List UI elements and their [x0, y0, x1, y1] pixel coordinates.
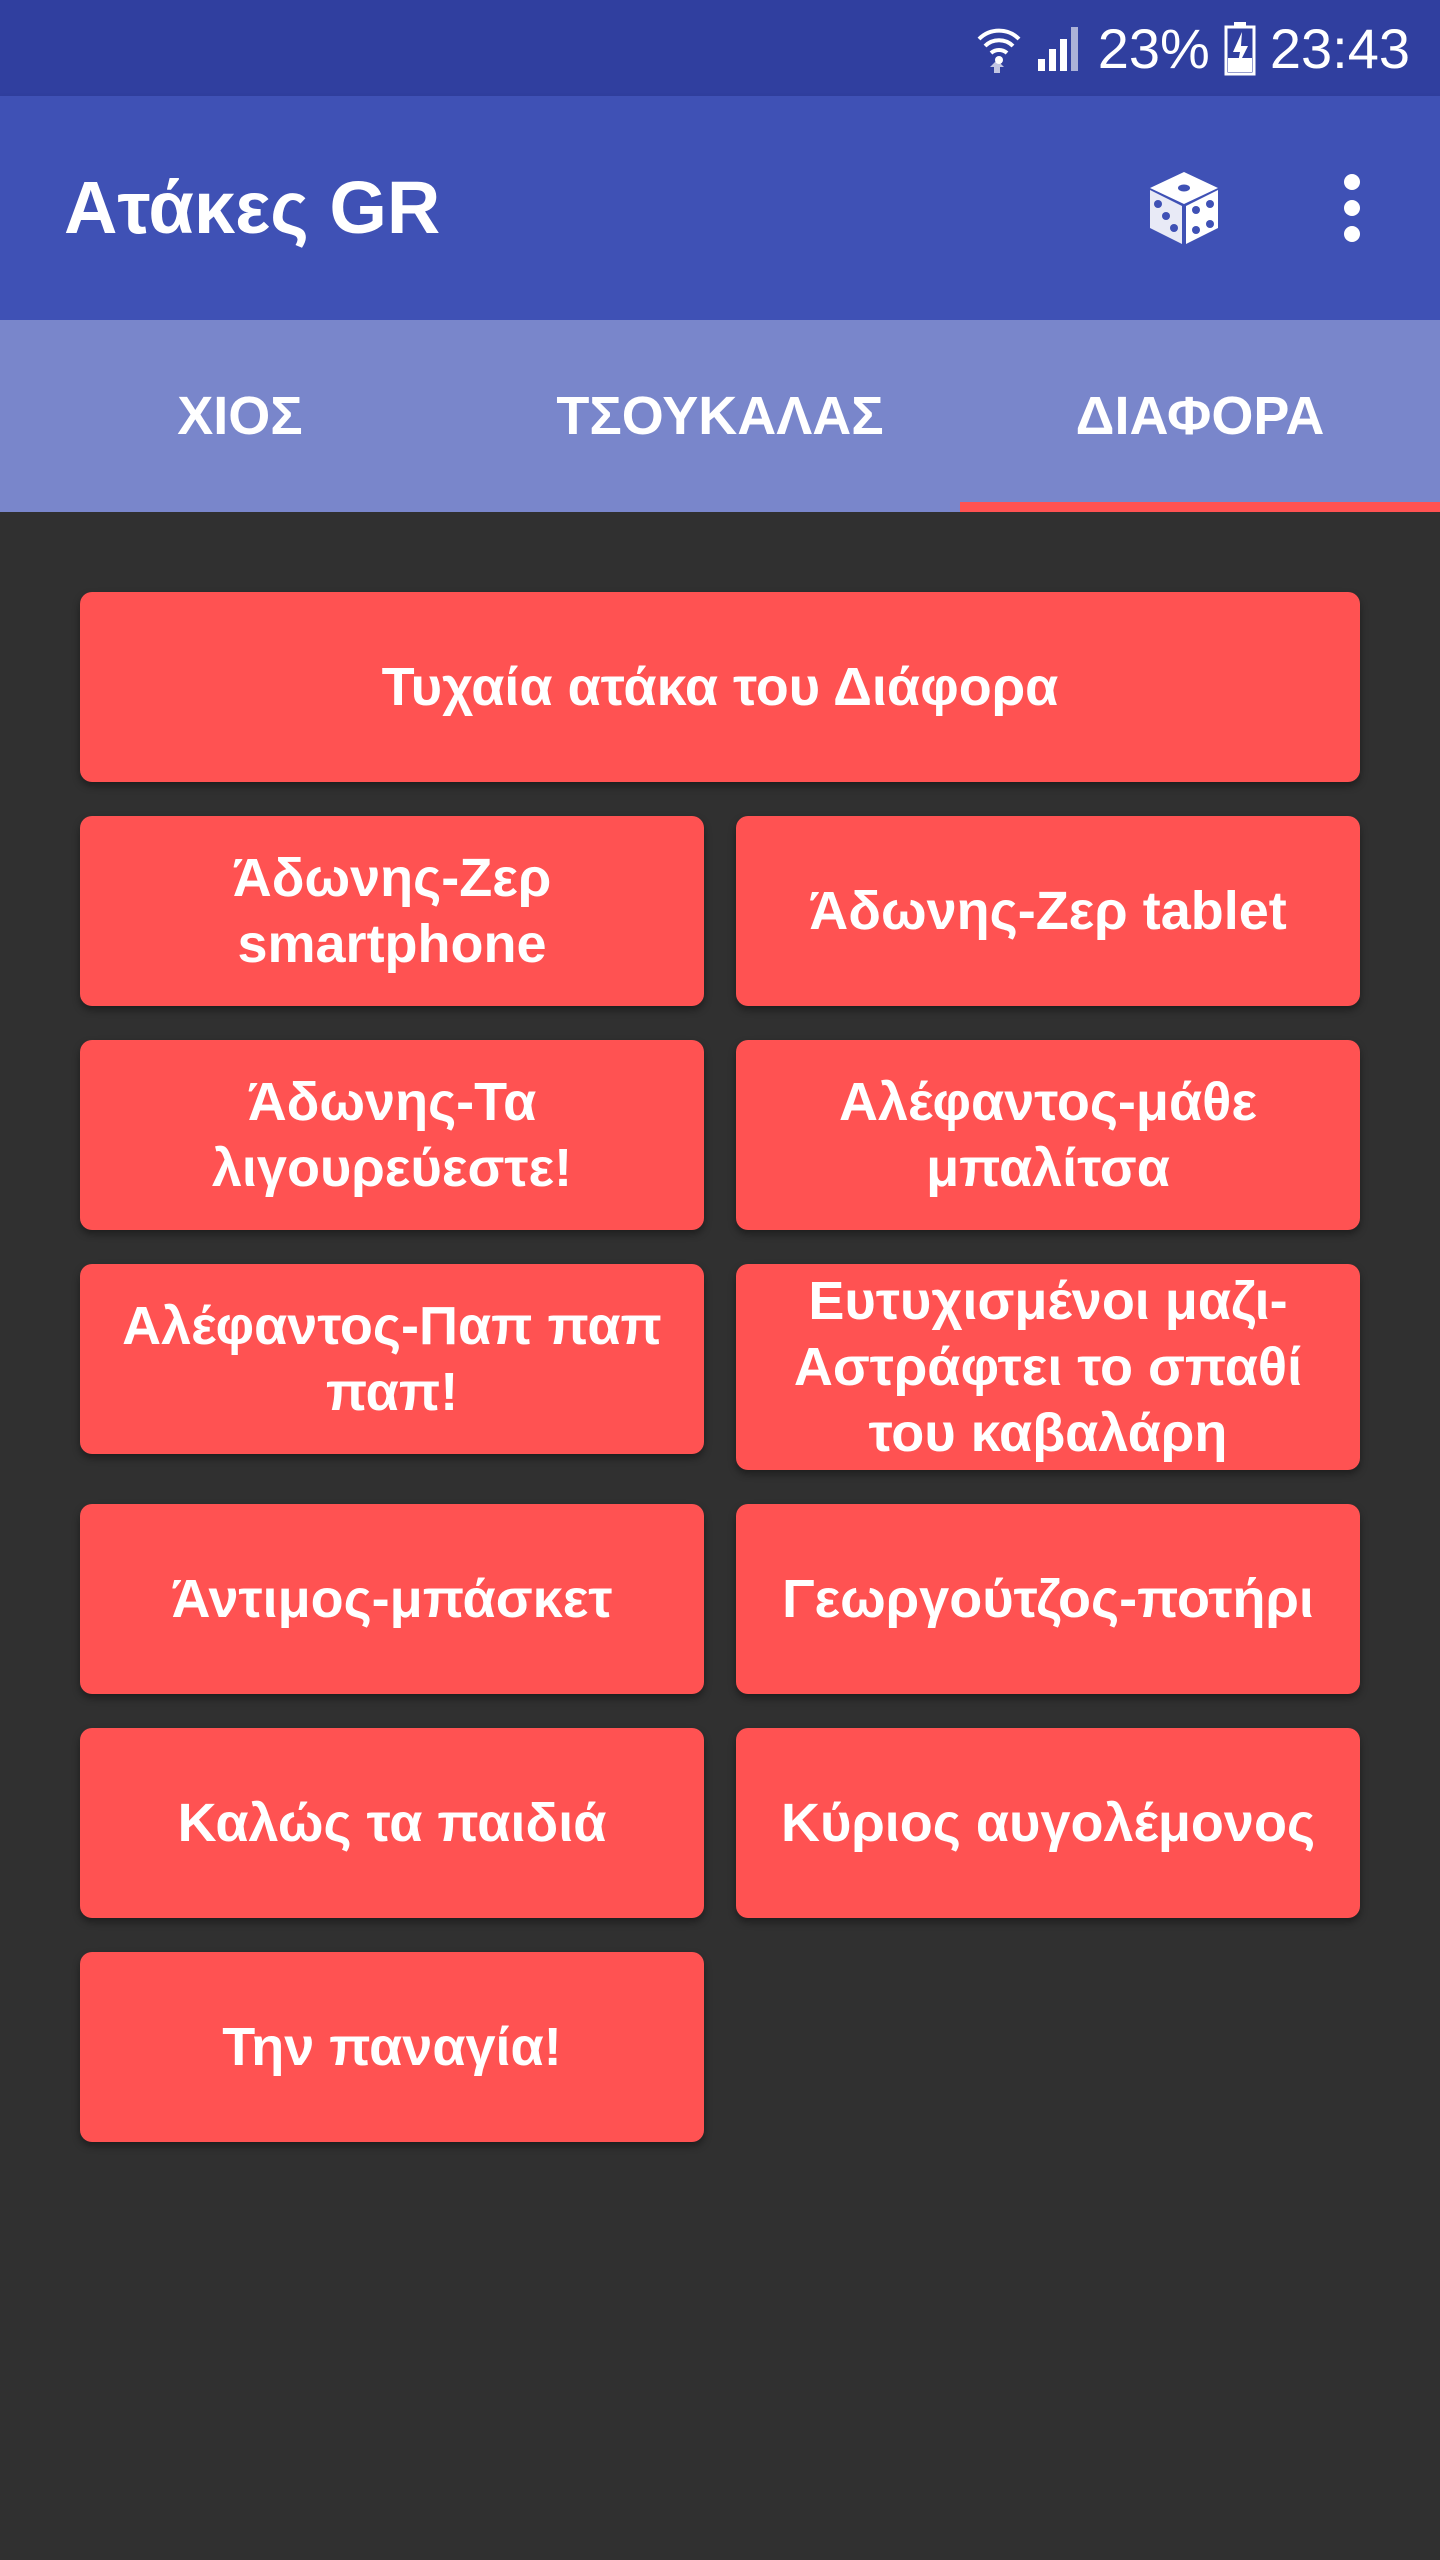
- quote-button[interactable]: Αλέφαντος-Παπ παπ παπ!: [80, 1264, 704, 1454]
- battery-percent: 23%: [1097, 16, 1210, 80]
- quote-button[interactable]: Ευτυχισμένοι μαζι-Αστράφτει το σπαθί του…: [736, 1264, 1360, 1470]
- battery-charging-icon: [1224, 20, 1256, 76]
- quote-button[interactable]: Άδωνης-Ζερ smartphone: [80, 816, 704, 1006]
- quote-button[interactable]: Καλώς τα παιδιά: [80, 1728, 704, 1918]
- quote-button[interactable]: Άδωνης-Τα λιγουρεύεστε!: [80, 1040, 704, 1230]
- quote-button[interactable]: Την παναγία!: [80, 1952, 704, 2142]
- quote-button[interactable]: Γεωργούτζος-ποτήρι: [736, 1504, 1360, 1694]
- quote-button[interactable]: Άδωνης-Ζερ tablet: [736, 816, 1360, 1006]
- status-bar: 23% 23:43: [0, 0, 1440, 96]
- status-icons: 23% 23:43: [976, 0, 1410, 96]
- quote-button[interactable]: Άντιμος-μπάσκετ: [80, 1504, 704, 1694]
- random-quote-button[interactable]: Τυχαία ατάκα του Διάφορα: [80, 592, 1360, 782]
- app-title: Ατάκες GR: [64, 166, 441, 249]
- random-dice-button[interactable]: [1144, 168, 1224, 248]
- tab-bar: ΧΙΟΣ ΤΣΟΥΚΑΛΑΣ ΔΙΑΦΟΡΑ: [0, 320, 1440, 512]
- dice-icon: [1150, 172, 1218, 244]
- tab-tsoukalas[interactable]: ΤΣΟΥΚΑΛΑΣ: [480, 320, 960, 512]
- app-bar: Ατάκες GR: [0, 96, 1440, 320]
- quote-button[interactable]: Αλέφαντος-μάθε μπαλίτσα: [736, 1040, 1360, 1230]
- quote-button[interactable]: Κύριος αυγολέμονος: [736, 1728, 1360, 1918]
- overflow-menu-button[interactable]: [1326, 168, 1378, 248]
- clock: 23:43: [1269, 16, 1410, 80]
- tab-xios[interactable]: ΧΙΟΣ: [0, 320, 480, 512]
- selected-tab-indicator: [960, 502, 1440, 512]
- tab-diafora[interactable]: ΔΙΑΦΟΡΑ: [960, 320, 1440, 512]
- signal-icon: [1036, 23, 1084, 73]
- wifi-icon: [976, 23, 1022, 73]
- screen: 23% 23:43 Ατάκες GR ΧΙΟΣ ΤΣΟΥΚΑΛΑΣ ΔΙΑΦΟ…: [0, 0, 1440, 2560]
- more-vert-icon: [1344, 174, 1360, 242]
